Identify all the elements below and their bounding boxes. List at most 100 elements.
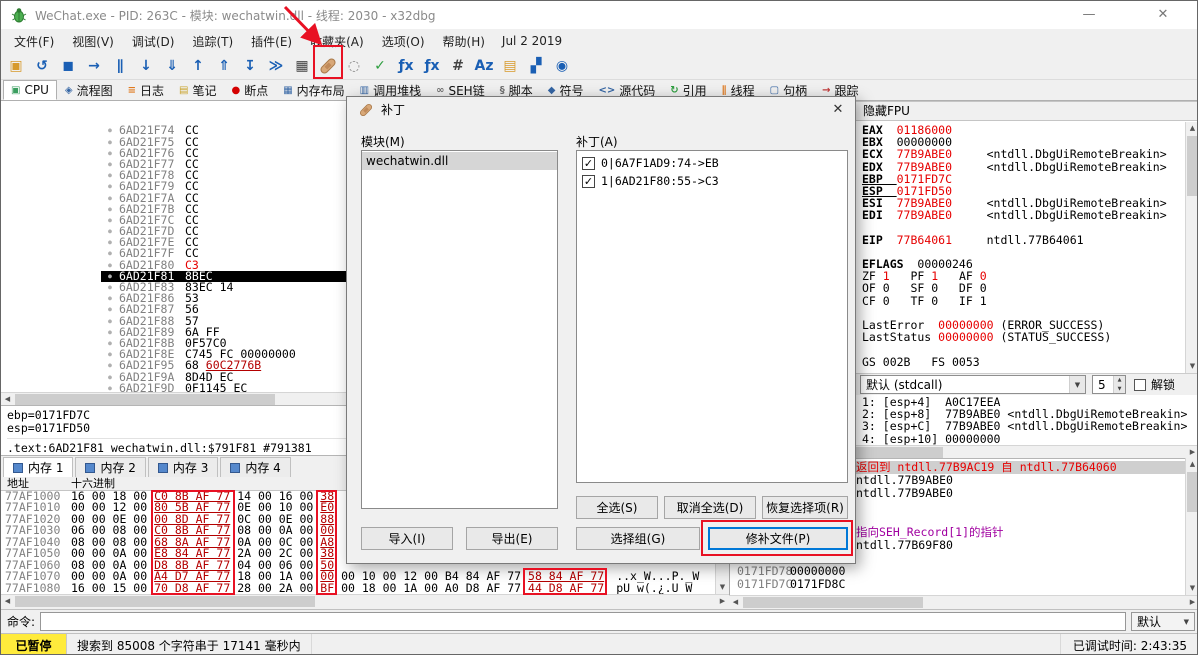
patch-file-button[interactable]: 修补文件(P) <box>708 527 848 550</box>
command-profile-dropdown[interactable]: 默认 ▼ <box>1131 612 1195 631</box>
menu-item[interactable]: 帮助(H) <box>434 30 494 53</box>
stack-address: 0171FD7C <box>737 577 793 591</box>
open-file-icon[interactable]: ▣ <box>5 54 27 78</box>
scroll-thumb[interactable] <box>15 394 275 405</box>
register-line[interactable]: GS 002B FS 0053 <box>862 355 1197 368</box>
tab-日志[interactable]: ≡ 日志 <box>121 80 171 100</box>
tab-笔记[interactable]: ▤ 笔记 <box>172 80 223 100</box>
scroll-down-icon[interactable]: ▼ <box>716 581 729 594</box>
args-depth-stepper[interactable]: 5 ▲ ▼ <box>1092 375 1126 394</box>
step-over-icon[interactable]: ⇓ <box>161 54 183 78</box>
dump-row[interactable]: 77AF1080 16 00 15 00 70 D8 AF 77 28 00 2A… <box>1 582 728 594</box>
export-button[interactable]: 导出(E) <box>466 527 558 550</box>
register-line[interactable]: EIP 77B64061 ntdll.77B64061 <box>862 234 1197 246</box>
patch-list[interactable]: ✓ 0|6A7F1AD9:74->EB ✓ 1|6AD21F80:55->C3 <box>576 150 848 483</box>
checkbox-icon[interactable] <box>1134 378 1146 391</box>
scroll-down-icon[interactable]: ▼ <box>1186 360 1197 373</box>
import-button[interactable]: 导入(I) <box>361 527 453 550</box>
dump-tab[interactable]: 内存 3 <box>147 457 219 477</box>
dump-tab[interactable]: 内存 2 <box>75 457 146 477</box>
patch-item[interactable]: ✓ 0|6A7F1AD9:74->EB <box>580 154 847 172</box>
register-line[interactable]: CF 0 TF 0 IF 1 <box>862 295 1197 307</box>
execute-till-return-icon[interactable]: ↑ <box>187 54 209 78</box>
scroll-thumb[interactable] <box>1187 136 1197 196</box>
windows-icon[interactable]: ▞ <box>525 54 547 78</box>
stack-hscrollbar[interactable]: ◀ ▶ <box>729 595 1197 609</box>
scroll-up-icon[interactable]: ▲ <box>1186 458 1197 471</box>
registers-vscrollbar[interactable]: ▲ ▼ <box>1185 122 1197 373</box>
menu-item[interactable]: 视图(V) <box>63 30 123 53</box>
argument-line[interactable]: 3: [esp+C] 77B9ABE0 <ntdll.DbgUiRemoteBr… <box>862 420 1197 432</box>
patch-checkbox[interactable]: ✓ <box>582 156 595 170</box>
patch-checkbox[interactable]: ✓ <box>582 174 595 188</box>
select-group-button[interactable]: 选择组(G) <box>576 527 700 550</box>
calling-convention-select[interactable]: 默认 (stdcall) ▼ <box>860 375 1086 394</box>
module-list[interactable]: wechatwin.dll <box>361 150 558 509</box>
scroll-right-icon[interactable]: ▶ <box>1186 596 1197 609</box>
stack-row[interactable]: 0171FD7C 0171FD8C <box>730 577 1197 591</box>
patch-icon[interactable] <box>317 54 339 78</box>
restore-selection-button[interactable]: 恢复选择项(R) <box>762 496 848 519</box>
status-bar: 已暂停 搜索到 85008 个字符串于 17141 毫秒内 已调试时间: 2:4… <box>1 633 1197 654</box>
menu-item[interactable]: 收藏夹(A) <box>301 30 373 53</box>
globe-icon[interactable]: ◉ <box>551 54 573 78</box>
patch-item[interactable]: ✓ 1|6AD21F80:55->C3 <box>580 172 847 190</box>
dialog-title-bar[interactable]: 补丁 ✕ <box>347 97 855 122</box>
command-input[interactable] <box>40 612 1126 631</box>
scroll-left-icon[interactable]: ◀ <box>729 596 742 609</box>
stepper-down-icon[interactable]: ▼ <box>1114 385 1125 394</box>
deselect-all-button[interactable]: 取消全选(D) <box>664 496 756 519</box>
tab-流程图[interactable]: ◈ 流程图 <box>58 80 120 100</box>
register-line[interactable]: LastStatus 00000000 (STATUS_SUCCESS) <box>862 330 1197 345</box>
close-button[interactable]: ✕ <box>1141 1 1185 29</box>
fx-icon[interactable]: ƒx <box>395 54 417 78</box>
run-to-user-code-icon[interactable]: ↧ <box>239 54 261 78</box>
menu-item[interactable]: 追踪(T) <box>183 30 242 53</box>
run-icon[interactable]: → <box>83 54 105 78</box>
fx2-icon[interactable]: ƒx <box>421 54 443 78</box>
tab-内存布局[interactable]: ▦ 内存布局 <box>276 80 351 100</box>
select-all-button[interactable]: 全选(S) <box>576 496 658 519</box>
chevron-down-icon[interactable]: ▼ <box>1069 376 1085 393</box>
scroll-down-icon[interactable]: ▼ <box>1186 582 1197 595</box>
stack-vscrollbar[interactable]: ▲ ▼ <box>1185 458 1197 595</box>
breakpoints-icon[interactable]: ▦ <box>291 54 313 78</box>
check-shield-icon[interactable]: ✓ <box>369 54 391 78</box>
pause-icon[interactable]: ∥ <box>109 54 131 78</box>
argument-line[interactable]: 4: [esp+10] 00000000 <box>862 432 1197 444</box>
comment-icon[interactable]: ◌ <box>343 54 365 78</box>
minimize-button[interactable]: — <box>1067 1 1111 29</box>
menu-item[interactable]: 文件(F) <box>5 30 63 53</box>
menu-item[interactable]: 选项(O) <box>373 30 434 53</box>
trace-icon[interactable]: ≫ <box>265 54 287 78</box>
notes-icon[interactable]: ▤ <box>499 54 521 78</box>
register-line[interactable]: EDI 77B9ABE0 <ntdll.DbgUiRemoteBreakin> <box>862 209 1197 221</box>
menu-item[interactable]: 调试(D) <box>123 30 184 53</box>
dump-tab-label: 内存 2 <box>100 461 136 475</box>
scroll-up-icon[interactable]: ▲ <box>1186 122 1197 135</box>
az-icon[interactable]: Az <box>473 54 495 78</box>
stepper-arrows-icon[interactable]: ▲ ▼ <box>1113 376 1125 393</box>
scroll-thumb[interactable] <box>743 597 923 608</box>
dump-tab[interactable]: 内存 1 <box>3 457 74 477</box>
module-item[interactable]: wechatwin.dll <box>362 152 557 170</box>
stepper-up-icon[interactable]: ▲ <box>1114 376 1125 385</box>
stop-icon[interactable]: ◼ <box>57 54 79 78</box>
scroll-right-icon[interactable]: ▶ <box>716 595 729 608</box>
dump-tab[interactable]: 内存 4 <box>220 457 291 477</box>
scroll-thumb[interactable] <box>15 596 315 607</box>
scroll-left-icon[interactable]: ◀ <box>1 595 14 608</box>
restart-icon[interactable]: ↺ <box>31 54 53 78</box>
scroll-thumb[interactable] <box>1187 472 1197 512</box>
tab-CPU[interactable]: ▣ CPU <box>3 80 57 100</box>
text-segment: (STATUS_SUCCESS) <box>993 330 1112 345</box>
step-into-icon[interactable]: ↓ <box>135 54 157 78</box>
tab-断点[interactable]: ● 断点 <box>224 80 275 100</box>
step-out-icon[interactable]: ⇑ <box>213 54 235 78</box>
dump-hscrollbar[interactable]: ◀ ▶ <box>1 594 729 607</box>
memory-tab-icon <box>13 462 23 473</box>
hash-icon[interactable]: # <box>447 54 469 78</box>
dialog-close-icon[interactable]: ✕ <box>822 98 854 121</box>
unlock-checkbox[interactable]: 解锁 <box>1134 376 1175 393</box>
menu-item[interactable]: 插件(E) <box>242 30 301 53</box>
